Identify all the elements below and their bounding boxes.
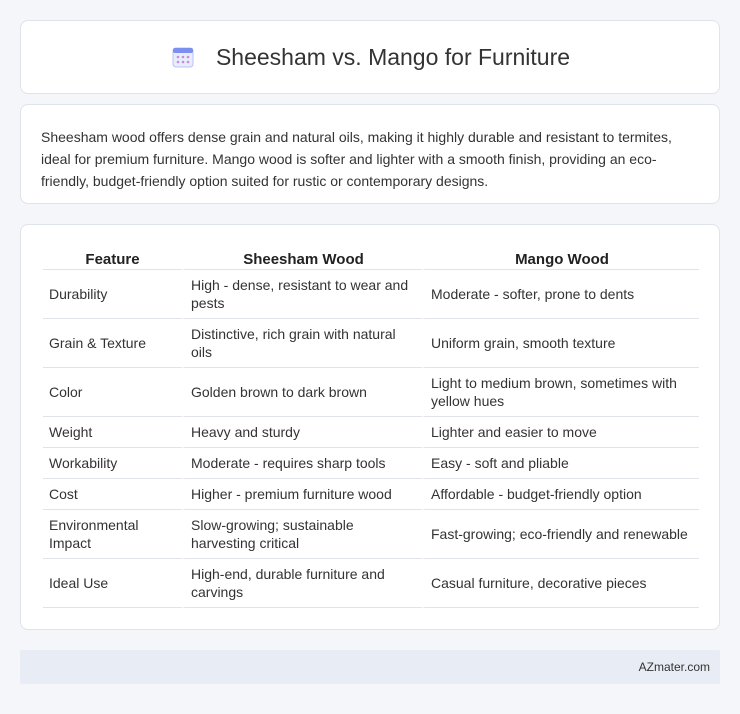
- header-feature: Feature: [43, 245, 182, 270]
- table-header-row: Feature Sheesham Wood Mango Wood: [43, 245, 699, 270]
- title-card: Sheesham vs. Mango for Furniture: [20, 20, 720, 94]
- sheesham-cell: High - dense, resistant to wear and pest…: [182, 270, 422, 319]
- sheesham-cell: Distinctive, rich grain with natural oil…: [182, 319, 422, 368]
- feature-cell: Durability: [43, 270, 182, 319]
- mango-cell: Fast-growing; eco-friendly and renewable: [422, 510, 699, 559]
- sheesham-cell: Golden brown to dark brown: [182, 368, 422, 417]
- mango-cell: Affordable - budget-friendly option: [422, 479, 699, 510]
- mango-cell: Light to medium brown, sometimes with ye…: [422, 368, 699, 417]
- footer: AZmater.com: [20, 650, 720, 684]
- table-row: Weight Heavy and sturdy Lighter and easi…: [43, 417, 699, 448]
- feature-cell: Color: [43, 368, 182, 417]
- sheesham-cell: Higher - premium furniture wood: [182, 479, 422, 510]
- sheesham-cell: Slow-growing; sustainable harvesting cri…: [182, 510, 422, 559]
- page-title: Sheesham vs. Mango for Furniture: [215, 43, 571, 70]
- sheesham-cell: Heavy and sturdy: [182, 417, 422, 448]
- feature-cell: Grain & Texture: [43, 319, 182, 368]
- feature-cell: Cost: [43, 479, 182, 510]
- feature-cell: Environmental Impact: [43, 510, 182, 559]
- table-row: Color Golden brown to dark brown Light t…: [43, 368, 699, 417]
- mango-cell: Moderate - softer, prone to dents: [422, 270, 699, 319]
- intro-card: Sheesham wood offers dense grain and nat…: [20, 104, 720, 204]
- table-row: Environmental Impact Slow-growing; susta…: [43, 510, 699, 559]
- mango-cell: Easy - soft and pliable: [422, 448, 699, 479]
- feature-cell: Weight: [43, 417, 182, 448]
- title-wrap: Sheesham vs. Mango for Furniture: [170, 44, 570, 71]
- table-row: Durability High - dense, resistant to we…: [43, 270, 699, 319]
- sheesham-cell: Moderate - requires sharp tools: [182, 448, 422, 479]
- footer-brand[interactable]: AZmater.com: [639, 660, 710, 674]
- table-row: Ideal Use High-end, durable furniture an…: [43, 559, 699, 608]
- table-row: Cost Higher - premium furniture wood Aff…: [43, 479, 699, 510]
- header-sheesham: Sheesham Wood: [182, 245, 422, 270]
- mango-cell: Lighter and easier to move: [422, 417, 699, 448]
- intro-text: Sheesham wood offers dense grain and nat…: [41, 129, 672, 189]
- table-row: Workability Moderate - requires sharp to…: [43, 448, 699, 479]
- mango-cell: Uniform grain, smooth texture: [422, 319, 699, 368]
- table-row: Grain & Texture Distinctive, rich grain …: [43, 319, 699, 368]
- header-mango: Mango Wood: [422, 245, 699, 270]
- feature-cell: Ideal Use: [43, 559, 182, 608]
- comparison-table: Feature Sheesham Wood Mango Wood Durabil…: [43, 245, 699, 608]
- table-card: Feature Sheesham Wood Mango Wood Durabil…: [20, 224, 720, 630]
- mango-cell: Casual furniture, decorative pieces: [422, 559, 699, 608]
- feature-cell: Workability: [43, 448, 182, 479]
- sheesham-cell: High-end, durable furniture and carvings: [182, 559, 422, 608]
- calendar-icon: [172, 47, 194, 68]
